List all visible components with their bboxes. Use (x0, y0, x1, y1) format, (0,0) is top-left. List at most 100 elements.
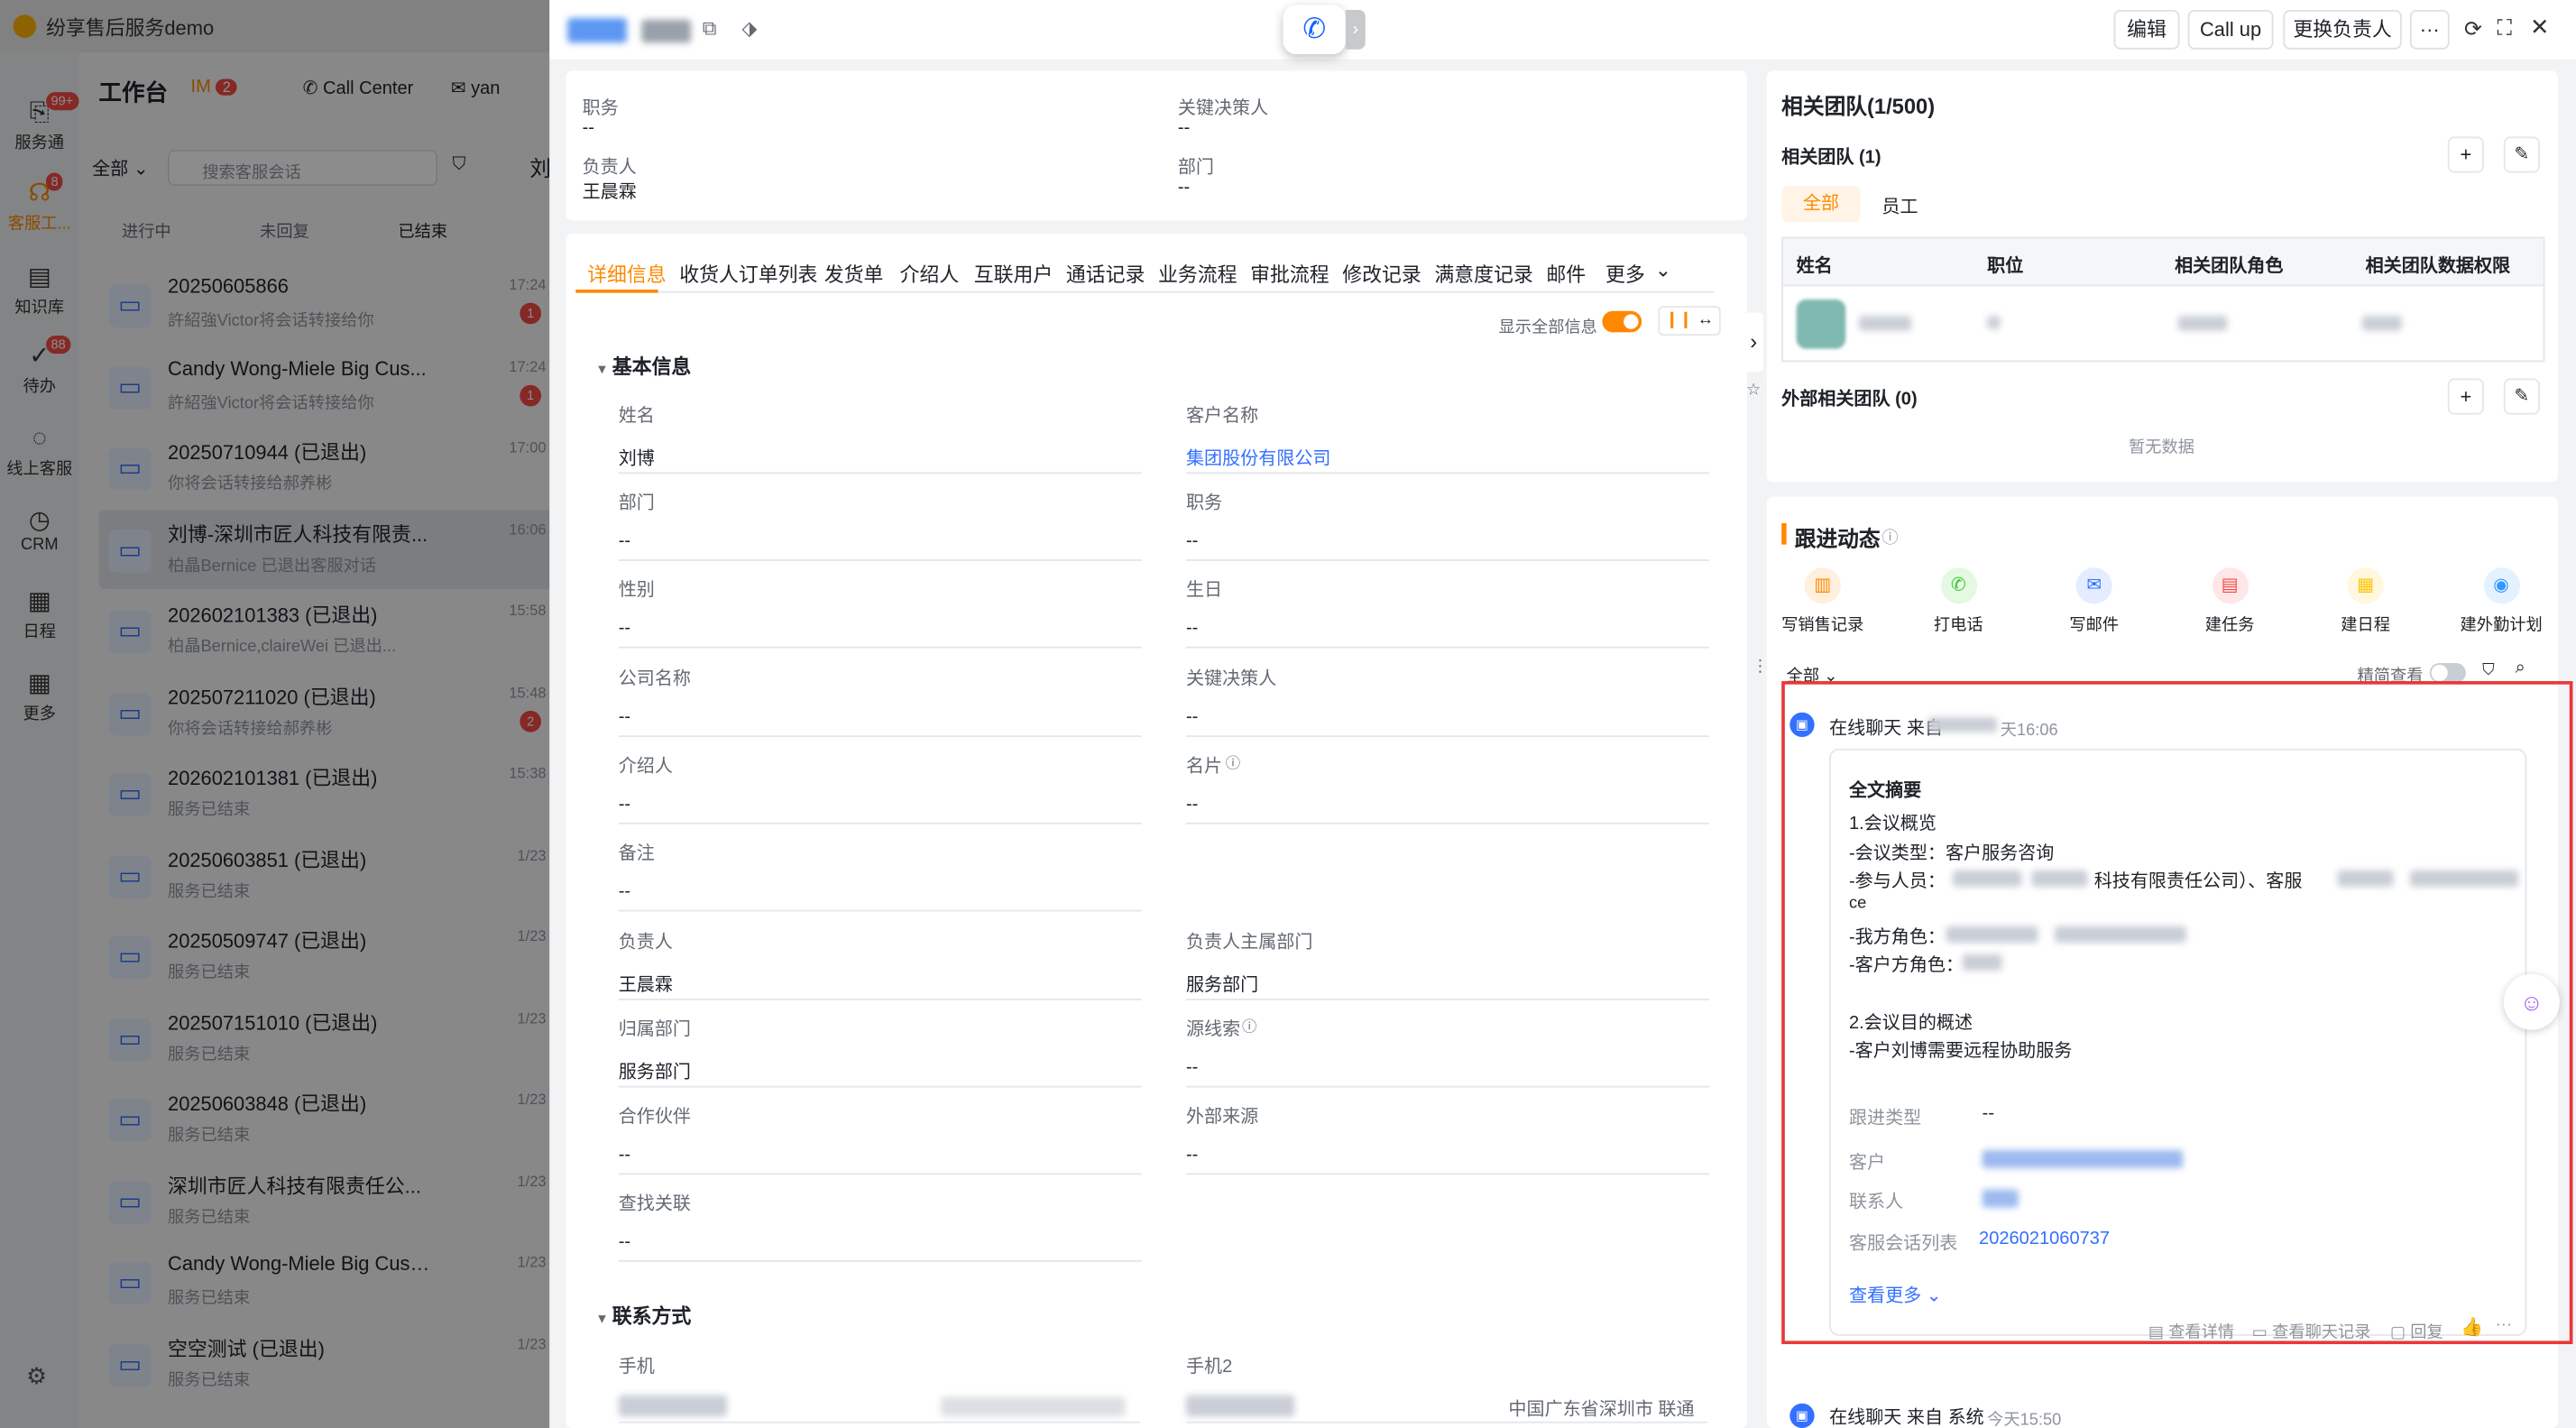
layout-toggle[interactable]: ❙❙ ↔ (1658, 306, 1721, 336)
see-more-link[interactable]: 查看更多 ⌄ (1849, 1282, 1942, 1308)
collapse-right-icon[interactable]: › (1743, 312, 1764, 373)
summary-decision-value: -- (1177, 118, 1191, 139)
meta-customer-value[interactable] (1982, 1149, 2184, 1168)
followup-title: 跟进动态 (1794, 526, 1881, 551)
tab-3[interactable]: 介绍人 (900, 260, 960, 288)
like-icon[interactable]: 👍 (2461, 1316, 2483, 1338)
action-label: 建外勤计划 (2460, 616, 2543, 635)
overlay-mask[interactable] (0, 0, 550, 1428)
column-icon: ❙❙ (1665, 310, 1693, 329)
action-label: 写销售记录 (1781, 616, 1864, 635)
followup-search-icon[interactable]: ⌕ (2516, 659, 2525, 680)
contact-title: 联系方式 (612, 1304, 692, 1328)
help-icon[interactable]: ⓘ (1881, 523, 1898, 548)
show-all-toggle[interactable] (1602, 310, 1642, 333)
edit-team-icon[interactable]: ✎ (2503, 136, 2540, 173)
callup-button[interactable]: Call up (2187, 9, 2274, 50)
field-value: 服务部门 (1185, 975, 1259, 996)
close-icon[interactable]: ✕ (2530, 14, 2549, 41)
meta-contact-value[interactable] (1982, 1189, 2019, 1208)
phone-call-icon[interactable]: ✆ (1283, 5, 1346, 55)
summary-line-3b: 科技有限责任公司）、客服 (2093, 871, 2303, 892)
field-label: 备注 (618, 843, 655, 864)
edit-external-icon[interactable]: ✎ (2503, 378, 2540, 415)
chevron-down-icon: ⌄ (1926, 1286, 1942, 1307)
tab-4[interactable]: 互联用户 (974, 260, 1053, 288)
expand-arrow-icon[interactable]: › (1345, 9, 1366, 50)
team-table-row[interactable] (1781, 286, 2545, 363)
summary-decision-label: 关键决策人 (1177, 98, 1269, 119)
team-filter-all[interactable]: 全部 (1781, 186, 1861, 223)
change-owner-button[interactable]: 更换负责人 (2283, 9, 2402, 50)
tag-icon[interactable]: ⬗ (742, 16, 758, 40)
summary-owner-value: 王晨霖 (582, 182, 637, 203)
action-schedule[interactable]: ▦ 建日程 (2308, 567, 2424, 635)
team-filter-staff[interactable]: 员工 (1881, 192, 1918, 218)
collapse-icon: ▼ (595, 1311, 612, 1326)
field-underline (1185, 559, 1709, 561)
more-button[interactable]: ··· (2409, 9, 2450, 50)
meta-session-value[interactable]: 2026021060737 (1979, 1229, 2110, 1248)
action-label: 建任务 (2204, 616, 2255, 635)
help-icon[interactable]: ⓘ (1226, 751, 1240, 773)
field-value[interactable]: 集团股份有限公司 (1186, 444, 1330, 470)
tab-7[interactable]: 审批流程 (1250, 260, 1329, 288)
pin-icon[interactable]: ☆ (1743, 382, 1763, 414)
action-task[interactable]: ▤ 建任务 (2172, 567, 2287, 635)
copy-icon[interactable]: ⧉ (703, 16, 717, 41)
summary-line-6: -客户方角色： (1848, 955, 1964, 976)
fullscreen-icon[interactable]: ⛶ (2498, 14, 2513, 41)
view-chat-label: 查看聊天记录 (2272, 1324, 2371, 1343)
field-label: 介绍人 (618, 756, 673, 777)
tab-1[interactable]: 收货人订单列表 (679, 260, 817, 288)
view-chat-action[interactable]: ▭ 查看聊天记录 (2252, 1318, 2371, 1342)
tab-8[interactable]: 修改记录 (1342, 260, 1421, 288)
view-details-action[interactable]: ▤ 查看详情 (2148, 1318, 2234, 1342)
chat-bubble-icon: ▣ (1789, 712, 1815, 738)
ai-assistant-icon[interactable]: ☺ (2503, 973, 2560, 1030)
action-sales-record[interactable]: ▥ 写销售记录 (1765, 567, 1881, 635)
phone-value (618, 1395, 728, 1417)
action-mail[interactable]: ✉ 写邮件 (2037, 567, 2152, 635)
tab-2[interactable]: 发货单 (824, 260, 884, 288)
phone2-label: 手机2 (1185, 1357, 1233, 1377)
field-label: 负责人主属部门 (1185, 933, 1313, 953)
help-icon[interactable]: ⓘ (1242, 1015, 1256, 1036)
tab-9[interactable]: 满意度记录 (1434, 260, 1532, 288)
col-role: 相关团队角色 (2175, 256, 2284, 277)
more-actions[interactable]: ··· (2496, 1316, 2512, 1334)
field-underline (618, 822, 1142, 825)
chevron-down-icon[interactable]: ⌄ (1655, 258, 1671, 281)
meta-session-label: 客服会话列表 (1848, 1233, 1958, 1254)
summary-line-8: -客户刘博需要远程协助服务 (1848, 1041, 2073, 1062)
meta-type-value: -- (1982, 1103, 1995, 1124)
contact-section-title[interactable]: ▼ 联系方式 (595, 1302, 691, 1330)
field-underline (1185, 472, 1709, 474)
member-role (2177, 316, 2228, 331)
compact-toggle[interactable] (2429, 662, 2466, 683)
tab-10[interactable]: 邮件 (1546, 260, 1586, 288)
task-icon: ▤ (2212, 567, 2249, 604)
basic-section-title[interactable]: ▼ 基本信息 (595, 352, 691, 380)
member-name (1858, 316, 1912, 331)
reply-action[interactable]: ▢ 回复 (2390, 1318, 2443, 1342)
show-all-label: 显示全部信息 (1498, 318, 1597, 337)
tab-11[interactable]: 更多 (1605, 260, 1645, 288)
field-value: -- (1185, 531, 1199, 551)
field-underline (1185, 1085, 1709, 1088)
field-underline (618, 1260, 1142, 1262)
tab-0[interactable]: 详细信息 (587, 260, 667, 288)
action-phone[interactable]: ✆ 打电话 (1900, 567, 2016, 635)
refresh-icon[interactable]: ⟳ (2464, 16, 2482, 42)
edit-button[interactable]: 编辑 (2113, 9, 2180, 50)
tab-5[interactable]: 通话记录 (1066, 260, 1145, 288)
field-underline (618, 999, 1142, 1000)
add-team-icon[interactable]: + (2447, 136, 2484, 173)
add-external-icon[interactable]: + (2447, 378, 2484, 415)
followup-filter-icon[interactable]: ⛉ (2482, 661, 2495, 679)
active-tab-underline (575, 289, 658, 293)
action-location[interactable]: ◉ 建外勤计划 (2443, 567, 2559, 635)
meta-type-label: 跟进类型 (1848, 1109, 1922, 1129)
detail-card: 详细信息 收货人订单列表 发货单 介绍人 互联用户 通话记录 业务流程 审批流程 修改记录 满意度… (566, 233, 1747, 1428)
tab-6[interactable]: 业务流程 (1158, 260, 1237, 288)
